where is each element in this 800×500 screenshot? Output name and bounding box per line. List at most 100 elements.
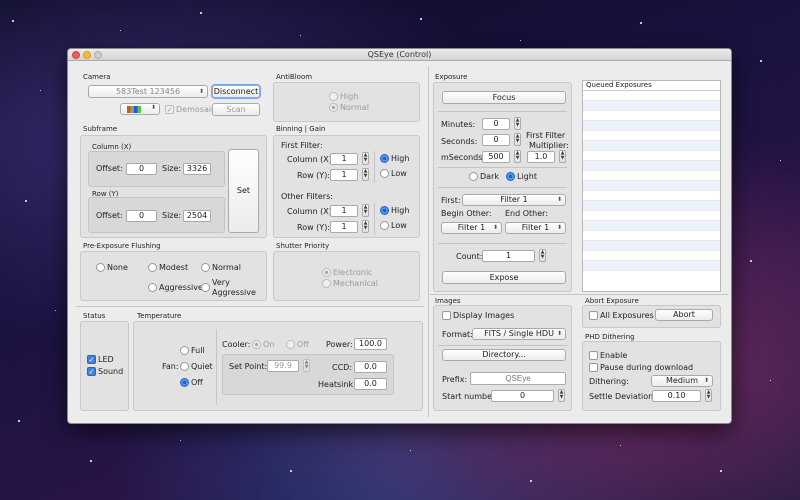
camera-device-select[interactable]: 583Test 123456 ⬍ — [88, 85, 208, 98]
queued-exposure-row[interactable] — [583, 131, 720, 141]
column-size-field[interactable]: 3326 — [183, 163, 211, 175]
format-select[interactable]: FITS / Single HDU ⬍ — [472, 328, 566, 340]
ff-row-stepper[interactable]: ▲ ▼ — [362, 168, 369, 181]
first-filter-select[interactable]: Filter 1 ⬍ — [462, 194, 566, 206]
queued-exposure-row[interactable] — [583, 201, 720, 211]
minutes-stepper[interactable]: ▲ ▼ — [514, 117, 521, 130]
ff-column-field[interactable]: 1 — [330, 153, 358, 165]
start-number-stepper[interactable]: ▲ ▼ — [558, 389, 565, 402]
ff-column-label: Column (X): — [287, 155, 335, 164]
fan-full-radio[interactable] — [180, 346, 189, 355]
ff-row-field[interactable]: 1 — [330, 169, 358, 181]
frame-light-label: Light — [517, 172, 537, 181]
queued-exposure-row[interactable] — [583, 151, 720, 161]
minutes-field[interactable]: 0 — [482, 118, 510, 130]
row-size-field[interactable]: 2504 — [183, 210, 211, 222]
abort-button[interactable]: Abort — [655, 309, 713, 321]
shutter-electronic-radio[interactable] — [322, 268, 331, 277]
multiplier-label-2: Multiplier: — [529, 141, 569, 150]
multiplier-stepper[interactable]: ▲ ▼ — [559, 150, 566, 163]
queued-exposure-row[interactable] — [583, 261, 720, 271]
row-offset-field[interactable]: 0 — [126, 210, 157, 222]
ff-gain-high-radio[interactable] — [380, 154, 389, 163]
settle-deviation-stepper[interactable]: ▲ ▼ — [705, 389, 712, 402]
setpoint-field[interactable]: 99.9 — [267, 360, 299, 372]
dithering-select[interactable]: Medium ⬍ — [651, 375, 713, 387]
ff-gain-low-radio[interactable] — [380, 169, 389, 178]
queued-exposure-row[interactable] — [583, 101, 720, 111]
antibloom-section-title: AntiBloom — [276, 73, 313, 81]
antibloom-panel — [273, 82, 420, 122]
of-row-stepper[interactable]: ▲ ▼ — [362, 220, 369, 233]
queued-exposure-row[interactable] — [583, 121, 720, 131]
antibloom-high-radio[interactable] — [329, 92, 338, 101]
cooler-on-radio[interactable] — [252, 340, 261, 349]
flush-none-radio[interactable] — [96, 263, 105, 272]
flush-normal-radio[interactable] — [201, 263, 210, 272]
expose-button[interactable]: Expose — [442, 271, 566, 284]
sound-checkbox[interactable]: ✓ — [87, 367, 96, 376]
flushing-section-title: Pre-Exposure Flushing — [83, 242, 161, 250]
led-checkbox[interactable]: ✓ — [87, 355, 96, 364]
fan-quiet-radio[interactable] — [180, 362, 189, 371]
queued-exposure-row[interactable] — [583, 171, 720, 181]
subframe-set-button[interactable]: Set — [228, 149, 259, 233]
queued-exposure-row[interactable] — [583, 241, 720, 251]
ff-gain-high-label: High — [391, 154, 410, 163]
disconnect-button[interactable]: Disconnect — [212, 85, 260, 98]
frame-light-radio[interactable] — [506, 172, 515, 181]
of-row-field[interactable]: 1 — [330, 221, 358, 233]
setpoint-stepper[interactable]: ▲ ▼ — [303, 359, 310, 372]
directory-button[interactable]: Directory... — [442, 349, 566, 361]
flush-very-aggressive-radio[interactable] — [201, 283, 210, 292]
display-images-checkbox[interactable] — [442, 311, 451, 320]
flush-modest-radio[interactable] — [148, 263, 157, 272]
begin-other-select[interactable]: Filter 1 ⬍ — [441, 222, 502, 234]
queued-exposure-row[interactable] — [583, 191, 720, 201]
seconds-field[interactable]: 0 — [482, 134, 510, 146]
antibloom-normal-radio[interactable] — [329, 103, 338, 112]
flush-aggressive-radio[interactable] — [148, 283, 157, 292]
queued-exposure-row[interactable] — [583, 231, 720, 241]
fan-off-radio[interactable] — [180, 378, 189, 387]
shutter-mechanical-radio[interactable] — [322, 279, 331, 288]
color-filter-select[interactable]: ⬍ — [120, 103, 160, 115]
prefix-input[interactable] — [470, 372, 566, 385]
of-gain-high-label: High — [391, 206, 410, 215]
of-column-stepper[interactable]: ▲ ▼ — [362, 204, 369, 217]
multiplier-field[interactable]: 1.0 — [527, 151, 555, 163]
mseconds-field[interactable]: 500 — [482, 151, 510, 163]
start-number-field[interactable]: 0 — [491, 390, 554, 402]
demosaic-checkbox[interactable]: ✓ — [165, 105, 174, 114]
cooler-off-label: Off — [297, 340, 309, 349]
exposure-section-title: Exposure — [435, 73, 468, 81]
queued-exposure-row[interactable] — [583, 181, 720, 191]
cooler-off-radio[interactable] — [286, 340, 295, 349]
count-field[interactable]: 1 — [482, 250, 535, 262]
of-gain-low-radio[interactable] — [380, 221, 389, 230]
temperature-section-title: Temperature — [137, 312, 182, 320]
pause-download-checkbox[interactable] — [589, 363, 598, 372]
count-stepper[interactable]: ▲ ▼ — [539, 249, 546, 262]
phd-enable-checkbox[interactable] — [589, 351, 598, 360]
of-gain-high-radio[interactable] — [380, 206, 389, 215]
focus-button[interactable]: Focus — [442, 91, 566, 104]
of-column-field[interactable]: 1 — [330, 205, 358, 217]
scan-button[interactable]: Scan — [212, 103, 260, 116]
column-offset-field[interactable]: 0 — [126, 163, 157, 175]
queued-exposures-table[interactable]: Queued Exposures — [582, 80, 721, 292]
queued-exposure-row[interactable] — [583, 161, 720, 171]
queued-exposure-row[interactable] — [583, 221, 720, 231]
mseconds-stepper[interactable]: ▲ ▼ — [514, 150, 521, 163]
end-other-select[interactable]: Filter 1 ⬍ — [505, 222, 566, 234]
seconds-stepper[interactable]: ▲ ▼ — [514, 133, 521, 146]
ff-column-stepper[interactable]: ▲ ▼ — [362, 152, 369, 165]
all-exposures-checkbox[interactable] — [589, 311, 598, 320]
frame-dark-radio[interactable] — [469, 172, 478, 181]
queued-exposure-row[interactable] — [583, 141, 720, 151]
queued-exposure-row[interactable] — [583, 91, 720, 101]
settle-deviation-field[interactable]: 0.10 — [652, 390, 701, 402]
queued-exposure-row[interactable] — [583, 251, 720, 261]
queued-exposure-row[interactable] — [583, 211, 720, 221]
queued-exposure-row[interactable] — [583, 111, 720, 121]
